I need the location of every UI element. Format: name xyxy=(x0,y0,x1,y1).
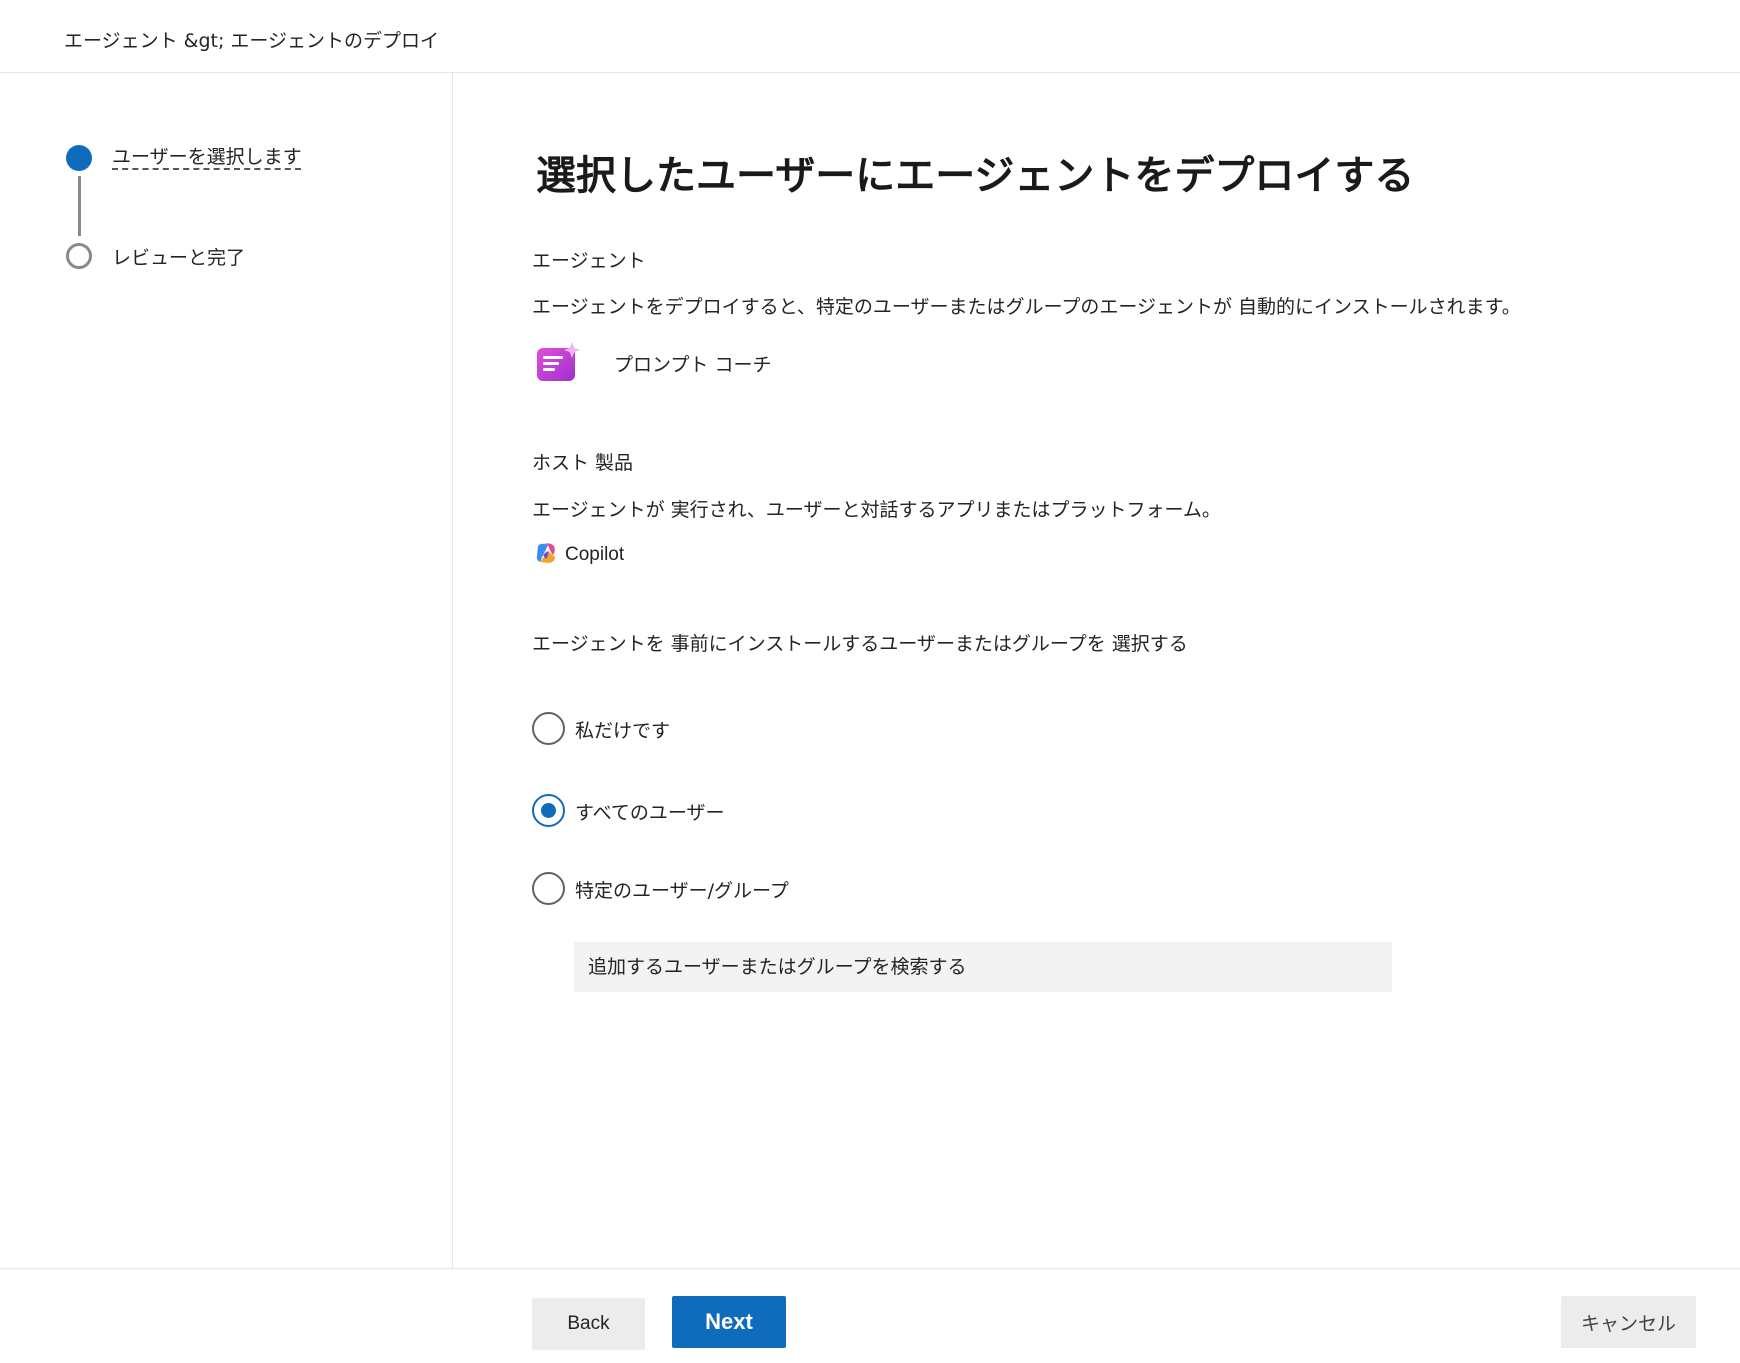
step-connector-line xyxy=(78,176,81,236)
radio-all-users[interactable] xyxy=(532,794,565,827)
header: エージェント &gt; エージェントのデプロイ xyxy=(0,0,1740,73)
radio-only-me[interactable] xyxy=(532,712,565,745)
back-button[interactable]: Back xyxy=(532,1298,645,1350)
step-active-indicator xyxy=(66,145,92,171)
agent-description: エージェントをデプロイすると、特定のユーザーまたはグループのエージェントが 自動… xyxy=(532,296,1521,318)
option-specific-users-groups-label: 特定のユーザー/グループ xyxy=(575,880,789,902)
option-specific-users-groups[interactable]: 特定のユーザー/グループ xyxy=(532,872,1032,906)
option-only-me[interactable]: 私だけです xyxy=(532,712,1032,746)
step-select-users[interactable]: ユーザーを選択します xyxy=(112,142,302,169)
prompt-coach-icon xyxy=(537,342,580,381)
host-heading: ホスト 製品 xyxy=(532,452,634,474)
cancel-button[interactable]: キャンセル xyxy=(1561,1296,1696,1348)
host-product-name: Copilot xyxy=(565,544,625,565)
main-content: 選択したユーザーにエージェントをデプロイする エージェント エージェントをデプロ… xyxy=(453,73,1740,1268)
footer: Back Next キャンセル xyxy=(0,1268,1740,1363)
option-all-users-label: すべてのユーザー xyxy=(575,802,725,824)
agent-heading: エージェント xyxy=(532,250,646,272)
copilot-icon xyxy=(536,543,555,563)
next-button[interactable]: Next xyxy=(672,1296,786,1348)
option-only-me-label: 私だけです xyxy=(575,720,671,742)
page-title: 選択したユーザーにエージェントをデプロイする xyxy=(536,153,1415,199)
breadcrumb[interactable]: エージェント &gt; エージェントのデプロイ xyxy=(64,26,439,53)
user-group-search-input[interactable] xyxy=(574,942,1392,992)
preinstall-heading: エージェントを 事前にインストールするユーザーまたはグループを 選択する xyxy=(532,633,1188,655)
option-all-users[interactable]: すべてのユーザー xyxy=(532,794,1032,828)
step-review-finish: レビューと完了 xyxy=(112,247,246,269)
radio-specific-users-groups[interactable] xyxy=(532,872,565,905)
host-description: エージェントが 実行され、ユーザーと対話するアプリまたはプラットフォーム。 xyxy=(532,499,1221,521)
step-pending-indicator xyxy=(66,243,92,269)
agent-name: プロンプト コーチ xyxy=(614,354,772,376)
